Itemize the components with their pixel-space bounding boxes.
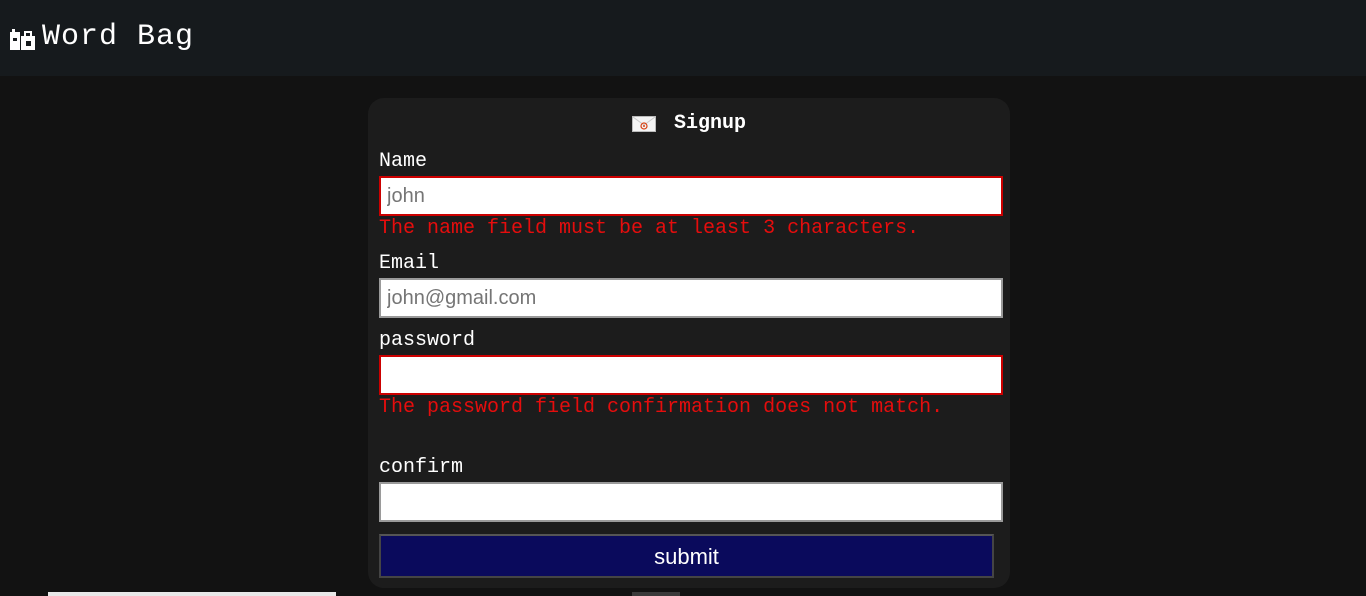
envelope-icon bbox=[631, 115, 656, 132]
signup-title: Signup bbox=[673, 112, 746, 135]
navbar: Word Bag bbox=[0, 0, 1366, 76]
password-label: password bbox=[379, 329, 476, 352]
password-input[interactable] bbox=[379, 355, 1003, 395]
submit-button[interactable]: submit bbox=[379, 534, 994, 578]
app-title: Word Bag bbox=[42, 20, 195, 54]
email-input[interactable] bbox=[379, 278, 1003, 318]
name-error: The name field must be at least 3 charac… bbox=[379, 217, 920, 240]
password-error: The password field confirmation does not… bbox=[379, 396, 944, 419]
signup-header: Signup bbox=[368, 112, 1010, 135]
signup-card: Signup Name The name field must be at le… bbox=[368, 98, 1010, 588]
confirm-label: confirm bbox=[379, 456, 464, 479]
scrollbar-segment bbox=[632, 592, 680, 596]
name-input[interactable] bbox=[379, 176, 1003, 216]
brand-link[interactable]: Word Bag bbox=[8, 20, 194, 54]
scrollbar-thumb[interactable] bbox=[48, 592, 336, 596]
confirm-input[interactable] bbox=[379, 482, 1003, 522]
email-label: Email bbox=[379, 252, 440, 275]
name-label: Name bbox=[379, 150, 428, 173]
books-bag-icon bbox=[8, 20, 38, 54]
